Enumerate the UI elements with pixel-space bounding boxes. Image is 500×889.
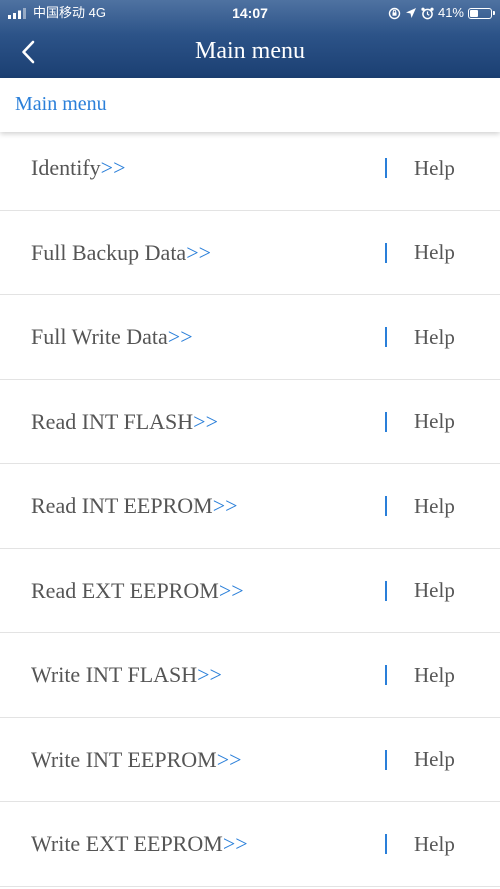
row-divider (385, 580, 387, 601)
menu-row: Full Backup Data >> Help (0, 210, 500, 295)
menu-item-button[interactable]: Write EXT EEPROM >> (31, 802, 248, 886)
help-link[interactable]: Help (414, 718, 455, 802)
help-link[interactable]: Help (414, 295, 455, 379)
menu-item-label: Full Backup Data (31, 239, 187, 265)
help-link[interactable]: Help (414, 380, 455, 464)
menu-item-button[interactable]: Write INT FLASH >> (31, 633, 222, 717)
menu-item-label: Write INT FLASH (31, 662, 198, 687)
menu-item-button[interactable]: Full Write Data >> (31, 295, 193, 379)
row-divider (385, 496, 387, 516)
help-link[interactable]: Help (414, 211, 455, 295)
row-divider (385, 665, 387, 685)
battery-level (470, 9, 478, 17)
row-divider (385, 242, 387, 263)
help-link[interactable]: Help (414, 464, 455, 548)
menu-list: Identify >> Help Full Backup Data >> Help Full… (0, 126, 500, 887)
menu-item-button[interactable]: Identify >> (31, 126, 125, 210)
row-divider (385, 749, 387, 770)
menu-row: Read INT EEPROM >> Help (0, 464, 500, 549)
menu-item-label: Read INT FLASH (31, 408, 194, 434)
menu-item-label: Write EXT EEPROM (31, 831, 223, 856)
menu-row: Full Write Data >> Help (0, 295, 500, 380)
help-link[interactable]: Help (414, 802, 455, 886)
menu-row: Identify >> Help (0, 126, 500, 211)
menu-item-button[interactable]: Write INT EEPROM >> (31, 718, 242, 802)
status-bar: 中国移动 4G 14:07 41% (0, 0, 500, 26)
row-divider (385, 158, 387, 178)
menu-item-arrow: >> (167, 324, 193, 349)
battery-percent: 41% (437, 5, 464, 20)
menu-item-arrow: >> (218, 577, 244, 603)
row-divider (385, 327, 387, 347)
orientation-lock-icon (388, 7, 401, 19)
menu-item-arrow: >> (222, 831, 248, 856)
menu-item-button[interactable]: Read INT EEPROM >> (31, 464, 238, 548)
menu-item-label: Identify (31, 155, 101, 180)
menu-item-button[interactable]: Full Backup Data >> (31, 211, 211, 295)
menu-item-button[interactable]: Read INT FLASH >> (31, 380, 218, 464)
status-indicators: 41% (388, 4, 495, 22)
menu-row: Write INT FLASH >> Help (0, 633, 500, 718)
breadcrumb-label[interactable]: Main menu (15, 91, 107, 117)
page-title: Main menu (195, 38, 305, 64)
menu-item-button[interactable]: Read EXT EEPROM >> (31, 549, 244, 633)
breadcrumb: Main menu (0, 78, 500, 132)
help-link[interactable]: Help (414, 126, 455, 210)
menu-item-arrow: >> (100, 155, 126, 180)
menu-item-label: Read INT EEPROM (31, 493, 213, 518)
row-divider (385, 834, 387, 854)
row-divider (385, 411, 387, 432)
battery-icon (468, 7, 495, 19)
menu-item-arrow: >> (212, 493, 238, 518)
menu-item-label: Write INT EEPROM (31, 746, 217, 772)
app-header: 中国移动 4G 14:07 41% Main menu (0, 0, 500, 78)
menu-item-label: Full Write Data (31, 324, 168, 349)
location-icon (405, 8, 416, 18)
menu-item-arrow: >> (186, 239, 212, 265)
menu-row: Read EXT EEPROM >> Help (0, 548, 500, 633)
menu-row: Read INT FLASH >> Help (0, 379, 500, 464)
battery-cap (493, 11, 495, 15)
menu-row: Write INT EEPROM >> Help (0, 717, 500, 802)
menu-item-label: Read EXT EEPROM (31, 577, 219, 603)
help-link[interactable]: Help (414, 549, 455, 633)
alarm-icon (421, 7, 434, 19)
menu-item-arrow: >> (197, 662, 222, 687)
menu-row: Write EXT EEPROM >> Help (0, 802, 500, 887)
help-link[interactable]: Help (414, 633, 455, 717)
menu-item-arrow: >> (193, 408, 218, 434)
menu-item-arrow: >> (216, 746, 242, 772)
